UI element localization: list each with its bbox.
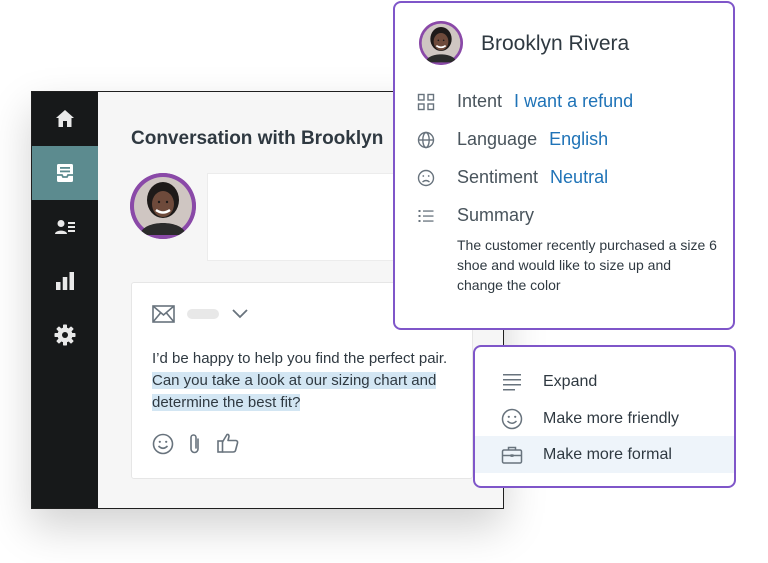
customer-avatar bbox=[130, 173, 196, 239]
intent-label: Intent bbox=[457, 91, 503, 111]
sentiment-label: Sentiment bbox=[457, 167, 539, 187]
mail-icon[interactable] bbox=[152, 305, 175, 323]
chevron-down-icon[interactable] bbox=[232, 309, 248, 319]
customer-photo-icon bbox=[419, 21, 463, 65]
language-row: Language English bbox=[417, 129, 608, 150]
sentiment-value[interactable]: Neutral bbox=[550, 167, 608, 188]
ai-action-expand[interactable]: Expand bbox=[475, 363, 734, 400]
profile-avatar bbox=[419, 21, 463, 65]
sidebar-item-inbox[interactable] bbox=[32, 146, 98, 200]
customer-profile-panel: Brooklyn Rivera Intent I want a refund L… bbox=[393, 1, 735, 330]
customer-photo-icon bbox=[130, 173, 196, 239]
customer-name: Brooklyn Rivera bbox=[481, 32, 630, 55]
sidebar-item-contacts[interactable] bbox=[32, 200, 98, 254]
sidebar bbox=[32, 92, 98, 508]
lines-icon bbox=[503, 373, 521, 390]
ai-action-formal[interactable]: Make more formal bbox=[475, 436, 734, 473]
ai-actions-panel: Expand Make more friendly Make more form… bbox=[473, 345, 736, 488]
contacts-icon bbox=[55, 220, 75, 234]
sidebar-item-settings[interactable] bbox=[32, 308, 98, 362]
sidebar-item-reports[interactable] bbox=[32, 254, 98, 308]
home-icon bbox=[56, 110, 74, 127]
reply-text[interactable]: I’d be happy to help you find the perfec… bbox=[152, 348, 452, 414]
sentiment-row: Sentiment Neutral bbox=[417, 167, 608, 188]
ai-action-label: Make more friendly bbox=[543, 409, 680, 427]
ai-action-label: Make more formal bbox=[543, 445, 672, 463]
channel-selector[interactable] bbox=[187, 309, 219, 319]
globe-icon bbox=[417, 131, 435, 148]
summary-text: The customer recently purchased a size 6… bbox=[457, 237, 717, 293]
emoji-icon[interactable] bbox=[152, 433, 174, 455]
summary-row: Summary bbox=[417, 205, 546, 226]
ai-action-friendly[interactable]: Make more friendly bbox=[475, 400, 734, 437]
smile-icon bbox=[501, 408, 523, 429]
briefcase-icon bbox=[501, 446, 523, 464]
list-icon bbox=[418, 209, 434, 222]
summary-label: Summary bbox=[457, 205, 535, 225]
grid-icon bbox=[417, 93, 435, 110]
reply-highlighted-text: Can you take a look at our sizing chart … bbox=[152, 372, 437, 411]
sad-face-icon bbox=[417, 169, 435, 186]
inbox-icon bbox=[57, 164, 73, 182]
attachment-icon[interactable] bbox=[188, 432, 202, 456]
reply-plain-text: I’d be happy to help you find the perfec… bbox=[152, 350, 448, 367]
settings-icon bbox=[54, 324, 76, 346]
sidebar-item-home[interactable] bbox=[32, 92, 98, 146]
conversation-title: Conversation with Brooklyn bbox=[131, 128, 384, 149]
reports-icon bbox=[56, 272, 74, 290]
ai-action-label: Expand bbox=[543, 372, 598, 390]
language-label: Language bbox=[457, 129, 538, 149]
language-value[interactable]: English bbox=[549, 129, 608, 150]
intent-value[interactable]: I want a refund bbox=[514, 91, 633, 112]
thumbs-up-icon[interactable] bbox=[216, 431, 240, 455]
intent-row: Intent I want a refund bbox=[417, 91, 633, 112]
